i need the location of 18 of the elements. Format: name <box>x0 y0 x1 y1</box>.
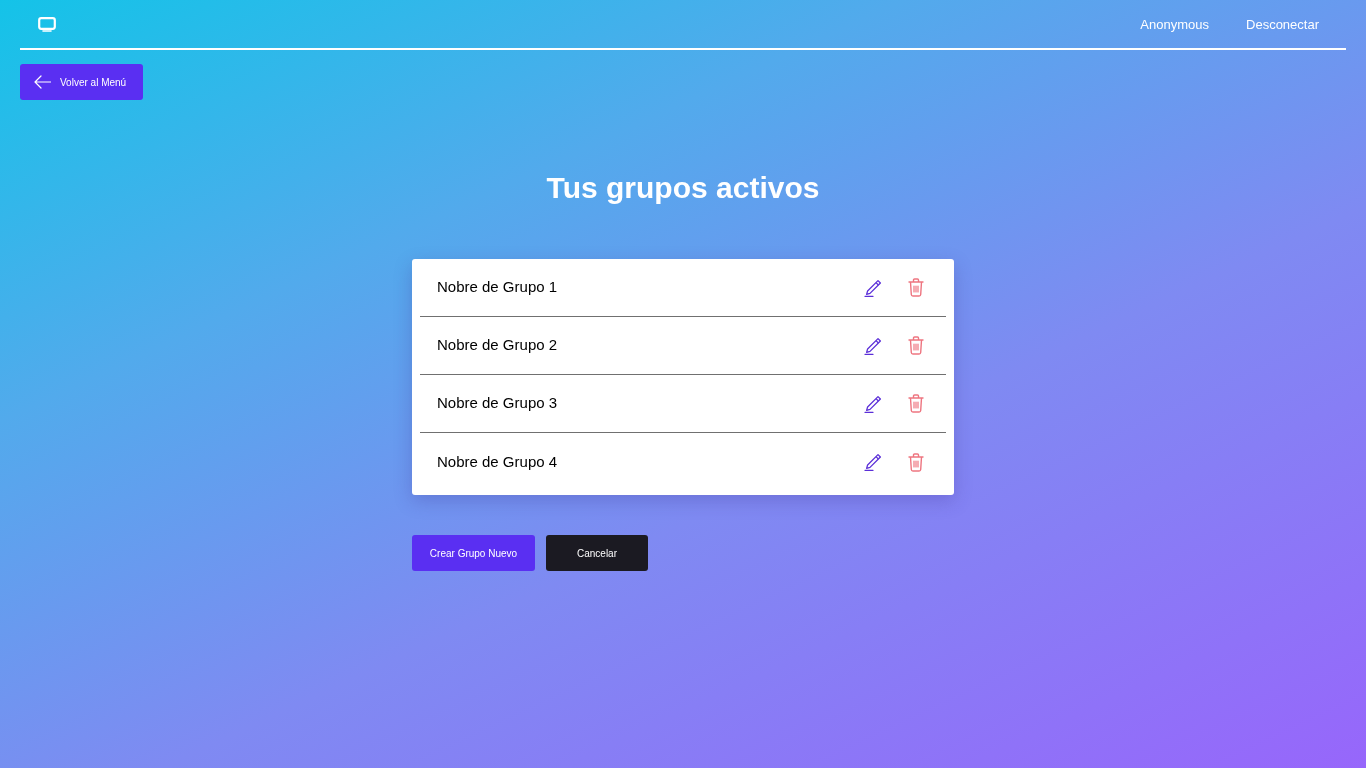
arrow-left-icon <box>34 75 51 89</box>
group-name: Nobre de Grupo 1 <box>437 277 559 298</box>
pencil-icon[interactable] <box>864 394 882 413</box>
page-title: Tus grupos activos <box>546 170 820 206</box>
pencil-icon[interactable] <box>864 278 882 297</box>
monitor-icon <box>38 16 56 32</box>
trash-icon[interactable] <box>908 336 924 355</box>
create-group-button[interactable]: Crear Grupo Nuevo <box>412 535 535 571</box>
group-name: Nobre de Grupo 2 <box>437 335 559 356</box>
group-name: Nobre de Grupo 3 <box>437 393 559 414</box>
trash-icon[interactable] <box>908 278 924 297</box>
trash-icon[interactable] <box>908 394 924 413</box>
back-button[interactable]: Volver al Menú <box>20 64 143 100</box>
trash-icon[interactable] <box>908 452 924 472</box>
cancel-button[interactable]: Cancelar <box>546 535 648 571</box>
pencil-icon[interactable] <box>864 453 882 471</box>
group-name: Nobre de Grupo 4 <box>437 451 559 472</box>
pencil-icon[interactable] <box>864 336 882 355</box>
